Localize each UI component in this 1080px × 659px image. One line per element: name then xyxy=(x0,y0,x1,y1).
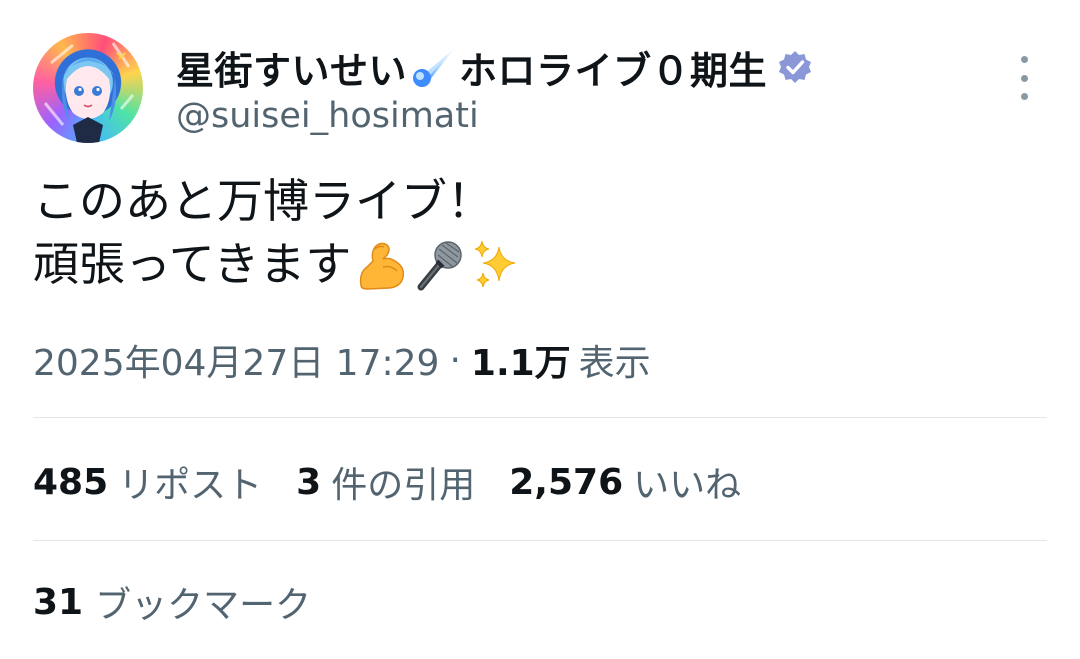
display-name[interactable]: 星街すいせい xyxy=(176,40,407,95)
meta-separator: · xyxy=(449,339,461,381)
views-label: 表示 xyxy=(578,343,651,384)
engagement-stats: 485 リポスト 3 件の引用 2,576 いいね xyxy=(33,456,775,508)
divider xyxy=(33,540,1047,541)
divider xyxy=(33,417,1047,418)
bookmarks-count: 31 xyxy=(33,581,84,623)
more-dot xyxy=(1020,74,1028,82)
verified-badge-icon[interactable] xyxy=(777,49,813,85)
reposts-stat[interactable]: 485 リポスト xyxy=(33,456,262,508)
tweet-meta: 2025年04月27日 17:29 · 1.1万 表示 xyxy=(33,334,651,386)
more-dot xyxy=(1020,56,1028,63)
tweet-line-2-text: 頑張ってきます xyxy=(33,237,352,291)
flexed-biceps-icon xyxy=(353,237,409,293)
likes-stat[interactable]: 2,576 いいね xyxy=(509,456,741,508)
likes-label: いいね xyxy=(633,465,742,506)
avatar-image xyxy=(43,42,135,143)
display-name-suffix[interactable]: ホロライブ０期生 xyxy=(459,40,767,95)
likes-count: 2,576 xyxy=(509,461,624,503)
tweet-text: このあと万博ライブ！ 頑張ってきます xyxy=(33,170,525,296)
quotes-label: 件の引用 xyxy=(331,465,476,506)
more-dot xyxy=(1020,93,1028,100)
quotes-count: 3 xyxy=(296,461,322,503)
tweet-detail: 星街すいせい ホロライブ０期生 @suisei_hosimati このあと万博ラ… xyxy=(0,0,1080,659)
author-handle[interactable]: @suisei_hosimati xyxy=(176,96,479,136)
display-name-row[interactable]: 星街すいせい ホロライブ０期生 xyxy=(176,40,813,95)
reposts-label: リポスト xyxy=(118,465,263,506)
views-count[interactable]: 1.1万 xyxy=(471,334,571,386)
tweet-line-1: このあと万博ライブ！ xyxy=(33,174,493,228)
bookmarks-label: ブックマーク xyxy=(95,585,312,626)
avatar[interactable] xyxy=(33,33,143,143)
quotes-stat[interactable]: 3 件の引用 xyxy=(296,456,475,508)
microphone-icon xyxy=(411,237,467,293)
tweet-line-2: 頑張ってきます xyxy=(33,233,525,296)
bookmarks-stat[interactable]: 31 ブックマーク xyxy=(33,578,312,627)
tweet-timestamp[interactable]: 2025年04月27日 17:29 xyxy=(33,334,439,386)
sparkles-icon xyxy=(469,237,525,293)
comet-icon xyxy=(409,45,457,89)
reposts-count: 485 xyxy=(33,461,109,503)
more-options-icon[interactable] xyxy=(1006,56,1042,100)
